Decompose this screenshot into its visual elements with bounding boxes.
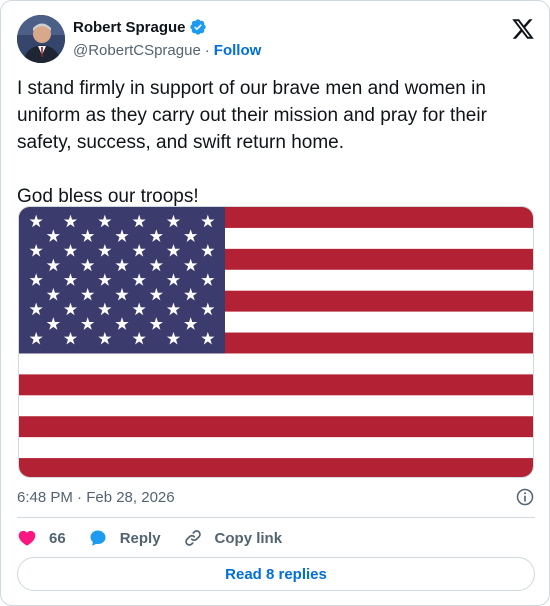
tweet-media-us-flag[interactable] — [18, 206, 534, 478]
info-icon[interactable] — [515, 487, 535, 507]
action-bar: 66 Reply Copy link — [17, 528, 304, 548]
heart-icon — [17, 528, 37, 548]
handle[interactable]: @RobertCSprague — [73, 42, 201, 59]
timestamp[interactable]: 6:48 PM · Feb 28, 2026 — [17, 489, 175, 506]
follow-button[interactable]: Follow — [214, 42, 262, 59]
reply-button[interactable]: Reply — [88, 528, 161, 548]
us-flag-icon — [19, 207, 533, 477]
read-replies-button[interactable]: Read 8 replies — [17, 557, 535, 591]
copy-link-button[interactable]: Copy link — [183, 528, 283, 548]
divider — [17, 517, 535, 518]
like-button[interactable]: 66 — [17, 528, 66, 548]
tweet-meta: 6:48 PM · Feb 28, 2026 — [17, 487, 535, 507]
separator-dot: · — [204, 41, 210, 59]
verified-badge-icon — [189, 18, 207, 36]
x-logo-icon[interactable] — [511, 17, 535, 41]
link-icon — [183, 528, 203, 548]
tweet-card: Robert Sprague @RobertCSprague · Follow … — [0, 0, 550, 606]
read-replies-label: Read 8 replies — [225, 565, 327, 583]
tweet-text: I stand firmly in support of our brave m… — [17, 78, 487, 207]
reply-bubble-icon — [88, 528, 108, 548]
reply-label: Reply — [119, 529, 161, 547]
author-info: Robert Sprague @RobertCSprague · Follow — [73, 17, 261, 60]
like-count: 66 — [49, 529, 66, 547]
avatar[interactable] — [17, 15, 65, 63]
display-name[interactable]: Robert Sprague — [73, 19, 186, 36]
copy-link-label: Copy link — [214, 529, 283, 547]
tweet-header: Robert Sprague @RobertCSprague · Follow — [17, 13, 535, 63]
